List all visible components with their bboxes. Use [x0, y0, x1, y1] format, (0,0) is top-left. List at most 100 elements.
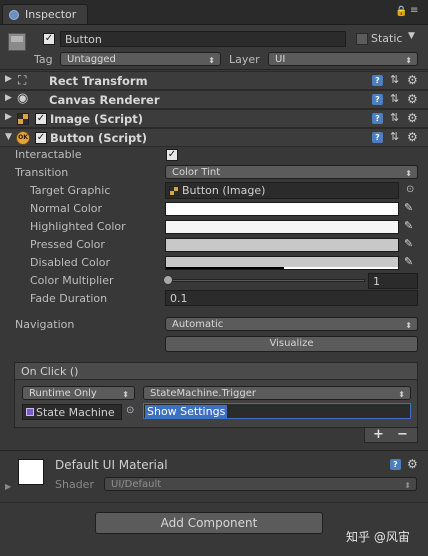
tab-label: Inspector [25, 8, 77, 21]
gear-icon[interactable]: ⚙ [407, 111, 418, 125]
component-title: Rect Transform [49, 74, 148, 88]
preset-icon[interactable]: ⇅ [390, 73, 399, 86]
gameobject-header: ✓ Button Static ▼ Tag Untagged ⬍ Layer U… [0, 25, 428, 70]
chevron-updown-icon: ⬍ [404, 481, 411, 490]
target-graphic-value: Button (Image) [182, 184, 266, 197]
shader-label: Shader [55, 478, 94, 491]
preset-icon[interactable]: ⇅ [390, 130, 399, 143]
preset-icon[interactable]: ⇅ [390, 111, 399, 124]
component-button-script[interactable]: ▼ OK ✓ Button (Script) ? ⇅ ⚙ [0, 128, 428, 147]
divider [0, 450, 428, 451]
button-enabled-checkbox[interactable]: ✓ [35, 132, 47, 144]
fade-duration-input[interactable]: 0.1 [165, 290, 418, 306]
transition-label: Transition [15, 166, 69, 179]
color-multiplier-slider-thumb[interactable] [163, 275, 173, 285]
name-input[interactable]: Button [60, 31, 346, 47]
chevron-updown-icon: ⬍ [398, 390, 405, 399]
image-enabled-checkbox[interactable]: ✓ [35, 113, 47, 125]
foldout-arrow-icon[interactable]: ▶ [5, 93, 12, 103]
help-icon[interactable]: ? [372, 75, 383, 86]
color-multiplier-input[interactable]: 1 [368, 273, 418, 289]
eyedropper-icon[interactable]: ✎ [404, 220, 416, 232]
disabled-color-swatch[interactable] [165, 256, 399, 270]
chevron-updown-icon: ⬍ [405, 169, 412, 178]
component-image-script[interactable]: ▶ ✓ Image (Script) ? ⇅ ⚙ [0, 109, 428, 128]
navigation-dropdown[interactable]: Automatic ⬍ [165, 317, 418, 331]
image-icon [17, 113, 29, 125]
foldout-expanded-arrow-icon[interactable]: ▼ [5, 132, 12, 142]
argument-input[interactable]: Show Settings [143, 403, 411, 419]
color-multiplier-slider-track[interactable] [165, 279, 365, 282]
interactable-checkbox[interactable]: ✓ [166, 149, 178, 161]
target-object-field[interactable]: State Machine [22, 404, 122, 420]
info-icon [9, 10, 19, 20]
foldout-arrow-icon[interactable]: ▶ [5, 112, 12, 122]
help-icon[interactable]: ? [390, 459, 401, 470]
preset-icon[interactable]: ⇅ [390, 92, 399, 105]
color-multiplier-label: Color Multiplier [30, 274, 114, 287]
function-value: StateMachine.Trigger [150, 388, 256, 399]
highlighted-color-swatch[interactable] [165, 220, 399, 234]
component-title: Canvas Renderer [49, 93, 160, 107]
gear-icon[interactable]: ⚙ [407, 130, 418, 144]
gameobject-cube-icon [8, 33, 26, 51]
tag-dropdown[interactable]: Untagged ⬍ [60, 52, 221, 66]
navigation-label: Navigation [15, 318, 75, 331]
target-graphic-field[interactable]: Button (Image) [165, 182, 399, 199]
eyedropper-icon[interactable]: ✎ [404, 238, 416, 250]
shader-value: UI/Default [111, 479, 162, 490]
eye-icon: ◉ [17, 91, 29, 106]
remove-event-button[interactable]: − [397, 427, 408, 442]
add-event-button[interactable]: + [373, 427, 384, 442]
divider [0, 502, 428, 503]
onclick-header: On Click () [15, 363, 417, 380]
menu-icon[interactable]: ≡ [410, 5, 418, 16]
chevron-updown-icon: ⬍ [122, 390, 129, 399]
visualize-button[interactable]: Visualize [165, 336, 418, 352]
help-icon[interactable]: ? [372, 94, 383, 105]
list-footer: + − [364, 427, 418, 443]
rect-transform-icon: ⛶ [18, 73, 27, 87]
static-dropdown-arrow-icon[interactable]: ▼ [408, 31, 415, 41]
chevron-updown-icon: ⬍ [208, 56, 215, 65]
help-icon[interactable]: ? [372, 113, 383, 124]
pressed-color-swatch[interactable] [165, 238, 399, 252]
material-preview [18, 459, 44, 485]
gear-icon[interactable]: ⚙ [407, 73, 418, 87]
interactable-label: Interactable [15, 148, 82, 161]
active-checkbox[interactable]: ✓ [43, 33, 55, 45]
onclick-event-list: On Click () Runtime Only ⬍ StateMachine.… [14, 362, 418, 428]
component-title: Image (Script) [50, 112, 144, 126]
component-rect-transform[interactable]: ▶ ⛶ Rect Transform ? ⇅ ⚙ [0, 71, 428, 90]
static-checkbox[interactable] [356, 33, 368, 45]
gear-icon[interactable]: ⚙ [407, 457, 418, 471]
argument-value: Show Settings [145, 405, 228, 418]
component-title: Button (Script) [50, 131, 147, 145]
target-graphic-label: Target Graphic [30, 184, 111, 197]
transition-dropdown[interactable]: Color Tint ⬍ [165, 165, 418, 179]
normal-color-label: Normal Color [30, 202, 103, 215]
foldout-arrow-icon[interactable]: ▶ [5, 482, 11, 491]
lock-icon[interactable]: 🔒 [395, 6, 407, 17]
object-picker-icon[interactable]: ⊙ [126, 405, 134, 416]
component-canvas-renderer[interactable]: ▶ ◉ Canvas Renderer ? ⇅ ⚙ [0, 90, 428, 109]
object-picker-icon[interactable]: ⊙ [406, 184, 414, 195]
help-icon[interactable]: ? [372, 132, 383, 143]
function-dropdown[interactable]: StateMachine.Trigger ⬍ [143, 386, 411, 400]
runtime-dropdown[interactable]: Runtime Only ⬍ [22, 386, 135, 400]
eyedropper-icon[interactable]: ✎ [404, 202, 416, 214]
pressed-color-label: Pressed Color [30, 238, 105, 251]
tab-inspector[interactable]: Inspector [2, 4, 88, 24]
foldout-arrow-icon[interactable]: ▶ [5, 74, 12, 84]
tag-value: Untagged [67, 54, 116, 65]
chevron-updown-icon: ⬍ [405, 56, 412, 65]
normal-color-swatch[interactable] [165, 202, 399, 216]
button-ok-icon: OK [16, 131, 30, 145]
tag-label: Tag [34, 53, 53, 66]
gear-icon[interactable]: ⚙ [407, 92, 418, 106]
target-object-value: State Machine [36, 406, 115, 419]
layer-dropdown[interactable]: UI ⬍ [268, 52, 418, 66]
shader-dropdown[interactable]: UI/Default ⬍ [104, 477, 417, 491]
eyedropper-icon[interactable]: ✎ [404, 256, 416, 268]
add-component-button[interactable]: Add Component [95, 512, 323, 534]
